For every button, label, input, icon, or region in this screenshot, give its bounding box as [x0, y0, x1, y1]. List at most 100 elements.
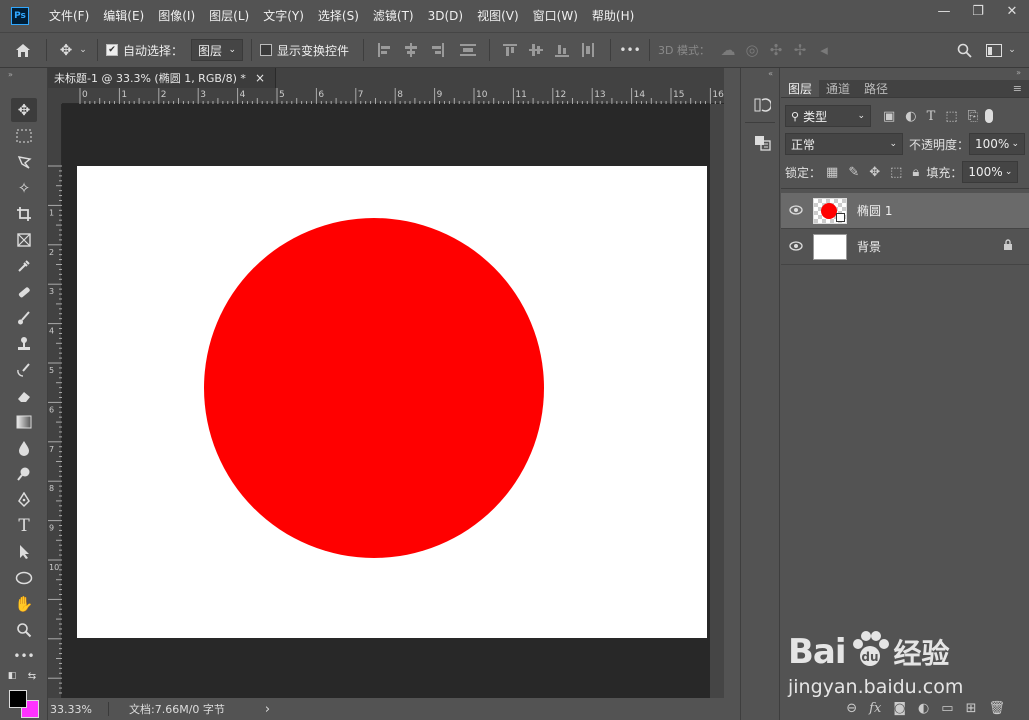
move-tool-icon[interactable]: ✥: [55, 41, 77, 59]
ellipse-tool-icon[interactable]: [11, 566, 37, 590]
status-menu-arrow[interactable]: ›: [265, 702, 270, 717]
layer-name[interactable]: 背景: [857, 238, 1003, 255]
menu-help[interactable]: 帮助(H): [585, 0, 641, 32]
fill-value: 100%: [968, 165, 1003, 179]
eyedropper-tool-icon[interactable]: [11, 254, 37, 278]
lock-artboard-icon[interactable]: ⬚: [890, 165, 902, 180]
chevron-down-icon[interactable]: ⌄: [1006, 45, 1018, 55]
gradient-tool-icon[interactable]: [11, 410, 37, 434]
menu-edit[interactable]: 编辑(E): [96, 0, 151, 32]
blur-tool-icon[interactable]: [11, 436, 37, 460]
zoom-level[interactable]: 33.33%: [48, 703, 108, 716]
filter-type-icon[interactable]: T: [927, 109, 936, 124]
minimize-button[interactable]: —: [927, 0, 961, 22]
opacity-input[interactable]: 100% ⌄: [969, 133, 1025, 155]
layer-name[interactable]: 椭圆 1: [857, 202, 1029, 219]
collapse-arrows-icon[interactable]: »: [1016, 68, 1021, 77]
lasso-tool-icon[interactable]: [11, 150, 37, 174]
type-tool-icon[interactable]: T: [11, 514, 37, 538]
align-bottom-icon[interactable]: [555, 43, 571, 57]
filter-adjustment-icon[interactable]: ◐: [905, 109, 916, 124]
auto-select-target-dropdown[interactable]: 图层 ⌄: [191, 39, 244, 61]
menu-3d[interactable]: 3D(D): [421, 0, 470, 32]
panel-menu-icon[interactable]: ≡: [1006, 80, 1029, 97]
align-center-h-icon[interactable]: [403, 43, 419, 57]
eraser-tool-icon[interactable]: [11, 384, 37, 408]
show-transform-checkbox[interactable]: [260, 44, 273, 56]
menu-window[interactable]: 窗口(W): [526, 0, 585, 32]
menu-select[interactable]: 选择(S): [311, 0, 366, 32]
trash-icon[interactable]: 🗑︎: [988, 701, 1005, 716]
chevron-down-icon: ⌄: [889, 139, 897, 149]
layer-row-background[interactable]: 背景: [781, 229, 1029, 265]
swap-colors-icon[interactable]: ⇆: [26, 670, 38, 682]
auto-select-checkbox[interactable]: ✔: [106, 44, 118, 56]
lock-transparent-icon[interactable]: ▦: [826, 165, 838, 180]
close-tab-icon[interactable]: ×: [255, 71, 265, 85]
layer-filter-row: ⚲ 类型 ⌄ ▣ ◐ T ⬚ ⎘: [781, 102, 1029, 130]
brush-tool-icon[interactable]: [11, 306, 37, 330]
vertical-scrollbar[interactable]: [710, 104, 724, 698]
lock-all-icon[interactable]: 🔒︎: [912, 165, 919, 180]
workspace-icon[interactable]: [984, 43, 1004, 57]
history-brush-tool-icon[interactable]: [11, 358, 37, 382]
menu-image[interactable]: 图像(I): [151, 0, 202, 32]
layer-row-ellipse[interactable]: 椭圆 1: [781, 193, 1029, 229]
search-icon[interactable]: [954, 43, 974, 58]
align-left-icon[interactable]: [377, 43, 393, 57]
tab-channels[interactable]: 通道: [819, 80, 857, 97]
fill-input[interactable]: 100% ⌄: [962, 161, 1019, 183]
menu-type[interactable]: 文字(Y): [256, 0, 311, 32]
panel-grip-icon[interactable]: »: [0, 68, 47, 82]
ellipse-shape[interactable]: [204, 218, 544, 558]
menu-view[interactable]: 视图(V): [470, 0, 526, 32]
clone-stamp-tool-icon[interactable]: [11, 332, 37, 356]
home-icon[interactable]: [8, 43, 38, 58]
document-size: 文档:7.66M/0 字节: [129, 703, 225, 716]
move-tool-icon[interactable]: ✥: [11, 98, 37, 122]
more-options-icon[interactable]: •••: [619, 43, 641, 57]
layer-thumbnail: [813, 197, 847, 224]
menu-filter[interactable]: 滤镜(T): [366, 0, 421, 32]
eye-icon[interactable]: [781, 240, 811, 254]
menu-file[interactable]: 文件(F): [42, 0, 96, 32]
distribute-icon[interactable]: [460, 43, 477, 57]
collapse-arrows-icon[interactable]: «: [741, 68, 779, 80]
align-right-icon[interactable]: [429, 43, 445, 57]
frame-tool-icon[interactable]: [11, 228, 37, 252]
tab-paths[interactable]: 路径: [857, 80, 895, 97]
filter-toggle-icon[interactable]: [985, 109, 994, 123]
properties-panel-icon[interactable]: [752, 132, 772, 154]
document-tab[interactable]: 未标题-1 @ 33.3% (椭圆 1, RGB/8) * ×: [48, 68, 276, 88]
default-colors-icon[interactable]: ◧: [6, 670, 18, 682]
align-middle-v-icon[interactable]: [529, 43, 545, 57]
lock-pixels-icon[interactable]: ✎: [848, 165, 859, 180]
distribute-v-icon[interactable]: [581, 43, 597, 57]
magic-wand-tool-icon[interactable]: ✧: [11, 176, 37, 200]
align-top-icon[interactable]: [503, 43, 519, 57]
layer-filter-dropdown[interactable]: ⚲ 类型 ⌄: [785, 105, 871, 127]
restore-button[interactable]: ❐: [961, 0, 995, 22]
menu-layer[interactable]: 图层(L): [202, 0, 256, 32]
healing-brush-tool-icon[interactable]: [11, 280, 37, 304]
marquee-tool-icon[interactable]: [11, 124, 37, 148]
filter-pixel-icon[interactable]: ▣: [883, 109, 895, 124]
chevron-down-icon[interactable]: ⌄: [77, 45, 89, 55]
crop-tool-icon[interactable]: [11, 202, 37, 226]
path-selection-tool-icon[interactable]: [11, 540, 37, 564]
pen-tool-icon[interactable]: [11, 488, 37, 512]
tab-layers[interactable]: 图层: [781, 80, 820, 97]
filter-smart-object-icon[interactable]: ⎘: [968, 109, 978, 124]
foreground-color-swatch[interactable]: [9, 690, 27, 708]
canvas[interactable]: [77, 166, 707, 638]
dodge-tool-icon[interactable]: [11, 462, 37, 486]
zoom-tool-icon[interactable]: [11, 618, 37, 642]
blend-mode-dropdown[interactable]: 正常 ⌄: [785, 133, 903, 155]
close-button[interactable]: ✕: [995, 0, 1029, 22]
edit-toolbar-icon[interactable]: •••: [11, 644, 37, 668]
eye-icon[interactable]: [781, 204, 811, 218]
history-panel-icon[interactable]: [752, 94, 772, 116]
lock-position-icon[interactable]: ✥: [869, 165, 880, 180]
filter-shape-icon[interactable]: ⬚: [945, 109, 957, 124]
hand-tool-icon[interactable]: ✋: [11, 592, 37, 616]
